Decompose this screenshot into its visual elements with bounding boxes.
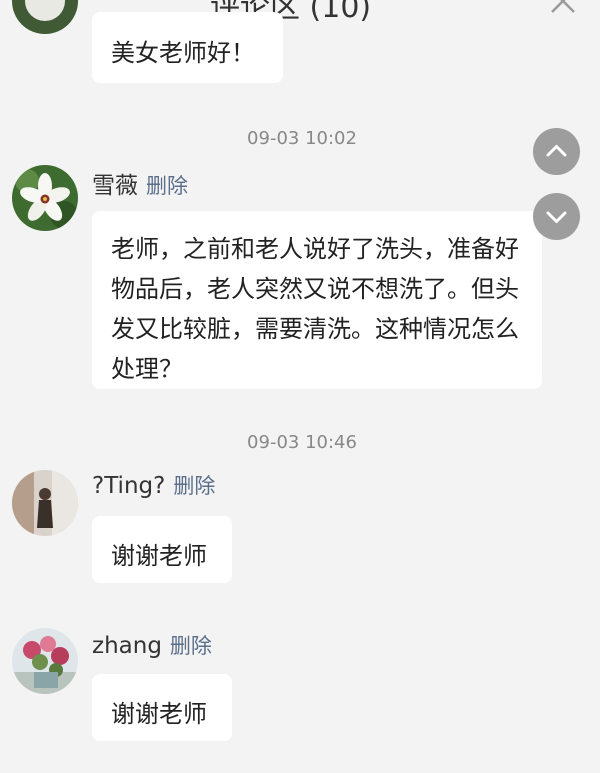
avatar — [12, 0, 78, 34]
comment-bubble: 美女老师好！ — [92, 12, 283, 83]
comment-bubble: 老师，之前和老人说好了洗头，准备好物品后，老人突然又说不想洗了。但头发又比较脏，… — [92, 211, 542, 389]
avatar[interactable] — [12, 165, 78, 231]
delete-link[interactable]: 删除 — [146, 174, 188, 198]
comment-text: 美女老师好！ — [111, 39, 255, 67]
comment-bubble: 谢谢老师 — [92, 516, 232, 583]
comment-author: 雪薇 删除 — [92, 166, 188, 200]
comment-author: ?Ting? 删除 — [92, 470, 215, 500]
timestamp: 09-03 10:46 — [247, 432, 357, 453]
username: zhang — [92, 633, 162, 659]
username: 雪薇 — [92, 173, 138, 199]
timestamp: 09-03 10:02 — [247, 128, 357, 149]
scroll-up-button[interactable] — [533, 128, 580, 175]
close-icon[interactable] — [548, 0, 578, 16]
chevron-down-icon — [546, 211, 567, 223]
chevron-up-icon — [546, 145, 567, 157]
avatar[interactable] — [12, 628, 78, 694]
comment-text: 谢谢老师 — [111, 700, 207, 728]
delete-link[interactable]: 删除 — [170, 634, 212, 658]
comment-author: zhang 删除 — [92, 630, 212, 660]
avatar[interactable] — [12, 470, 78, 536]
scroll-down-button[interactable] — [533, 193, 580, 240]
comment-text: 老师，之前和老人说好了洗头，准备好物品后，老人突然又说不想洗了。但头发又比较脏，… — [111, 235, 519, 383]
delete-link[interactable]: 删除 — [173, 474, 215, 498]
username: ?Ting? — [92, 473, 166, 499]
comment-text: 谢谢老师 — [111, 542, 207, 570]
comment-bubble: 谢谢老师 — [92, 674, 232, 741]
